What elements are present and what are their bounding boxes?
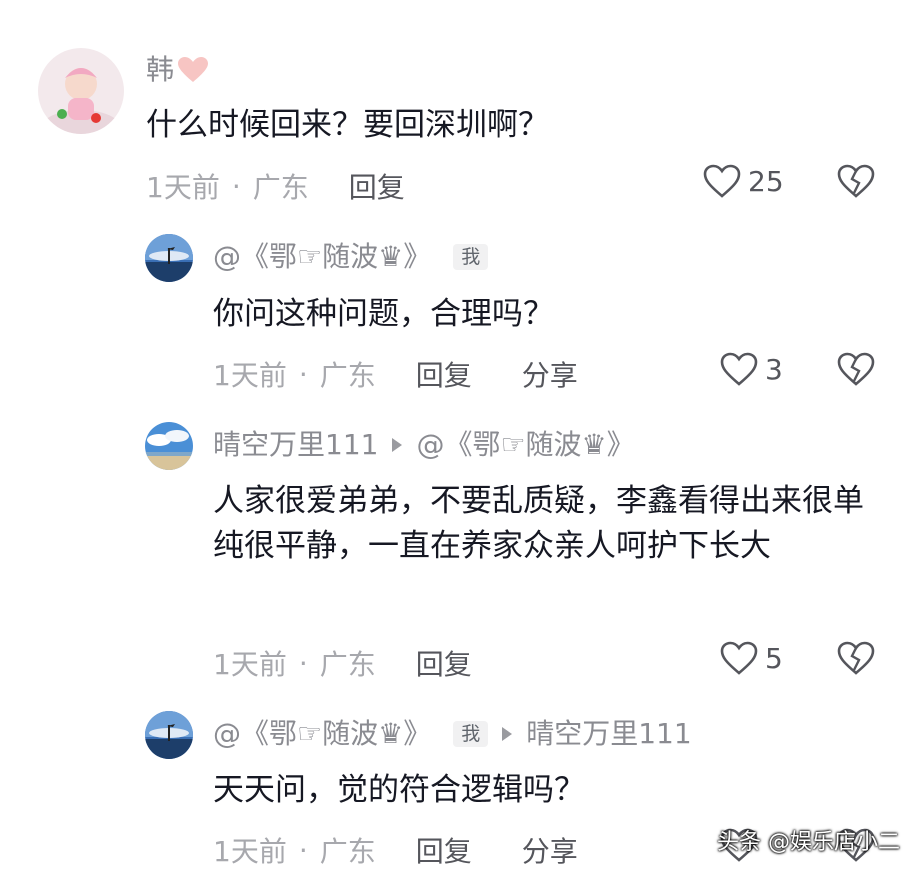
username[interactable]: 晴空万里111 @《鄂☞随波♛》	[213, 431, 635, 459]
watermark: 头条 @娱乐店小二	[717, 830, 900, 855]
comment-meta: 1天前 · 广东 回复	[146, 166, 405, 206]
like-count: 3	[765, 352, 783, 386]
timestamp: 1天前	[213, 359, 287, 392]
reply-button[interactable]: 回复	[416, 354, 472, 394]
avatar[interactable]	[38, 48, 124, 134]
avatar[interactable]	[145, 234, 193, 282]
username-text[interactable]: @《鄂☞随波♛》	[213, 720, 431, 748]
comment-text: 什么时候回来？要回深圳啊？	[146, 107, 549, 143]
dislike-button[interactable]	[836, 640, 876, 676]
separator: ·	[298, 646, 308, 680]
like-button[interactable]: 3	[719, 351, 783, 387]
author-badge: 我	[453, 243, 489, 271]
heart-outline-icon	[703, 164, 741, 198]
dislike-button[interactable]	[836, 351, 876, 387]
username[interactable]: @《鄂☞随波♛》 我	[213, 243, 489, 271]
timestamp: 1天前	[213, 835, 287, 868]
like-count: 5	[765, 641, 783, 675]
comment-meta: 1天前 · 广东 回复	[213, 643, 472, 683]
heart-outline-icon	[720, 352, 758, 386]
location: 广东	[252, 171, 309, 204]
reply-button[interactable]: 回复	[349, 166, 405, 206]
timestamp: 1天前	[213, 648, 287, 681]
pink-heart-icon	[178, 57, 209, 83]
username-text[interactable]: 韩	[146, 56, 174, 84]
comment-meta: 1天前 · 广东 回复 分享	[213, 830, 578, 870]
timestamp: 1天前	[146, 171, 220, 204]
share-button[interactable]: 分享	[522, 354, 578, 394]
comment-text: 你问这种问题，合理吗？	[213, 296, 554, 332]
reply-to-user[interactable]: 晴空万里111	[526, 720, 691, 748]
comment-text: 人家很爱弟弟，不要乱质疑，李鑫看得出来很单纯很平静，一直在养家众亲人呵护下长大	[213, 483, 864, 564]
dislike-button[interactable]	[836, 163, 876, 199]
like-count: 25	[748, 164, 784, 198]
comment-text: 天天问，觉的符合逻辑吗？	[213, 772, 585, 808]
location: 广东	[319, 648, 376, 681]
username-text[interactable]: 晴空万里111	[213, 431, 378, 459]
reply-arrow-icon	[392, 438, 403, 452]
share-button[interactable]: 分享	[522, 830, 578, 870]
heart-outline-icon	[720, 641, 758, 675]
reply-button[interactable]: 回复	[416, 830, 472, 870]
broken-heart-icon	[837, 164, 875, 198]
reply-button[interactable]: 回复	[416, 643, 472, 683]
avatar[interactable]	[145, 422, 193, 470]
location: 广东	[319, 835, 376, 868]
separator: ·	[298, 357, 308, 391]
comment-meta: 1天前 · 广东 回复 分享	[213, 354, 578, 394]
username[interactable]: @《鄂☞随波♛》 我 晴空万里111	[213, 720, 692, 748]
broken-heart-icon	[837, 352, 875, 386]
location: 广东	[319, 359, 376, 392]
username-text[interactable]: @《鄂☞随波♛》	[213, 243, 431, 271]
like-button[interactable]: 5	[719, 640, 783, 676]
avatar[interactable]	[145, 711, 193, 759]
like-button[interactable]: 25	[702, 163, 784, 199]
reply-to-user[interactable]: @《鄂☞随波♛》	[416, 431, 634, 459]
separator: ·	[298, 833, 308, 867]
reply-arrow-icon	[502, 727, 513, 741]
username[interactable]: 韩	[146, 56, 209, 84]
author-badge: 我	[453, 720, 489, 748]
broken-heart-icon	[837, 641, 875, 675]
separator: ·	[231, 169, 241, 203]
